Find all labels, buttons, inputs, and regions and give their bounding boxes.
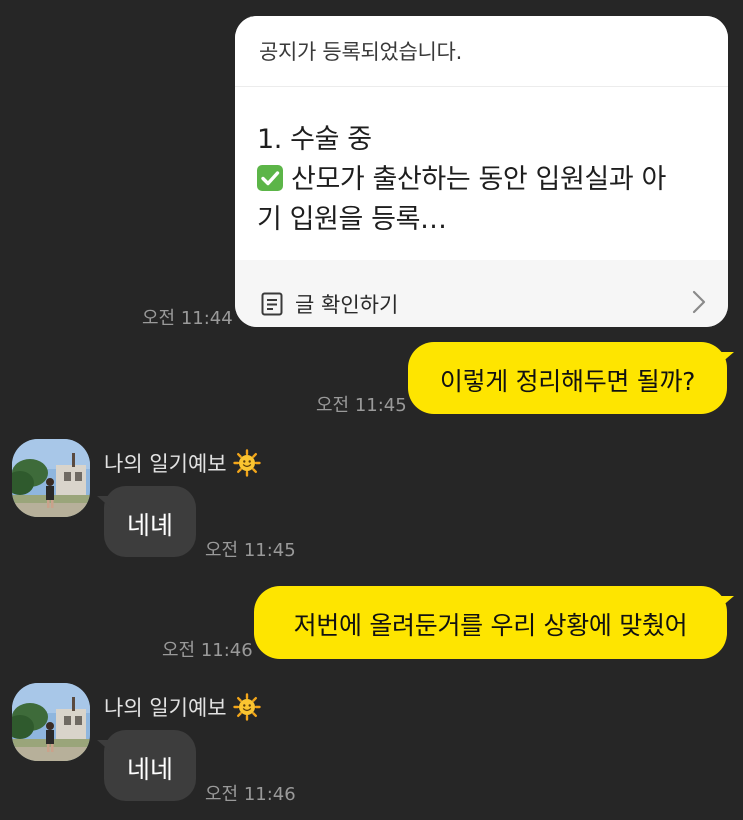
message-timestamp: 오전 11:46 bbox=[205, 784, 296, 805]
avatar-photo bbox=[12, 683, 90, 761]
sender-name: 나의 일기예보 bbox=[104, 448, 261, 478]
message-timestamp: 오전 11:46 bbox=[162, 640, 253, 661]
message-text: 저번에 올려둔거를 우리 상황에 맞췄어 bbox=[293, 611, 688, 640]
check-box-icon bbox=[257, 165, 283, 191]
document-icon bbox=[261, 292, 283, 316]
message-text: 이렇게 정리해두면 될까? bbox=[439, 367, 696, 396]
received-message-bubble[interactable]: 네네 bbox=[97, 730, 196, 801]
message-timestamp: 오전 11:45 bbox=[316, 395, 407, 416]
avatar[interactable] bbox=[12, 683, 90, 761]
view-post-button[interactable]: 글 확인하기 bbox=[235, 260, 728, 327]
notice-body-line: 기 입원을 등록… bbox=[257, 204, 447, 235]
message-timestamp: 오전 11:45 bbox=[205, 540, 296, 561]
received-message-bubble[interactable]: 네녜 bbox=[97, 486, 196, 557]
notice-body: 1. 수술 중 산모가 출산하는 동안 입원실과 아 기 입원을 등록… bbox=[257, 120, 712, 240]
notice-body-line-with-check: 산모가 출산하는 동안 입원실과 아 bbox=[257, 160, 712, 200]
chat-screen: 공지가 등록되었습니다. 1. 수술 중 산모가 출산하는 동안 입원실과 아 … bbox=[0, 0, 743, 820]
message-text: 네녜 bbox=[126, 511, 173, 540]
message-text: 네네 bbox=[126, 755, 173, 784]
my-message-bubble[interactable]: 저번에 올려둔거를 우리 상황에 맞췄어 bbox=[254, 586, 734, 659]
sun-emoji-icon bbox=[232, 449, 261, 477]
notice-body-line: 1. 수술 중 bbox=[257, 124, 372, 155]
sun-emoji-icon bbox=[232, 693, 261, 721]
avatar-photo bbox=[12, 439, 90, 517]
sender-name-text: 나의 일기예보 bbox=[104, 696, 227, 720]
my-message-bubble[interactable]: 이렇게 정리해두면 될까? bbox=[408, 342, 734, 414]
notice-header: 공지가 등록되었습니다. bbox=[235, 16, 728, 87]
view-post-label: 글 확인하기 bbox=[295, 293, 399, 317]
chevron-right-icon bbox=[692, 290, 706, 314]
message-timestamp: 오전 11:44 bbox=[142, 308, 233, 329]
notice-card[interactable]: 공지가 등록되었습니다. 1. 수술 중 산모가 출산하는 동안 입원실과 아 … bbox=[235, 16, 728, 327]
sender-name: 나의 일기예보 bbox=[104, 692, 261, 722]
avatar[interactable] bbox=[12, 439, 90, 517]
notice-header-text: 공지가 등록되었습니다. bbox=[259, 40, 462, 64]
notice-body-text: 산모가 출산하는 동안 입원실과 아 bbox=[291, 164, 666, 195]
sender-name-text: 나의 일기예보 bbox=[104, 452, 227, 476]
